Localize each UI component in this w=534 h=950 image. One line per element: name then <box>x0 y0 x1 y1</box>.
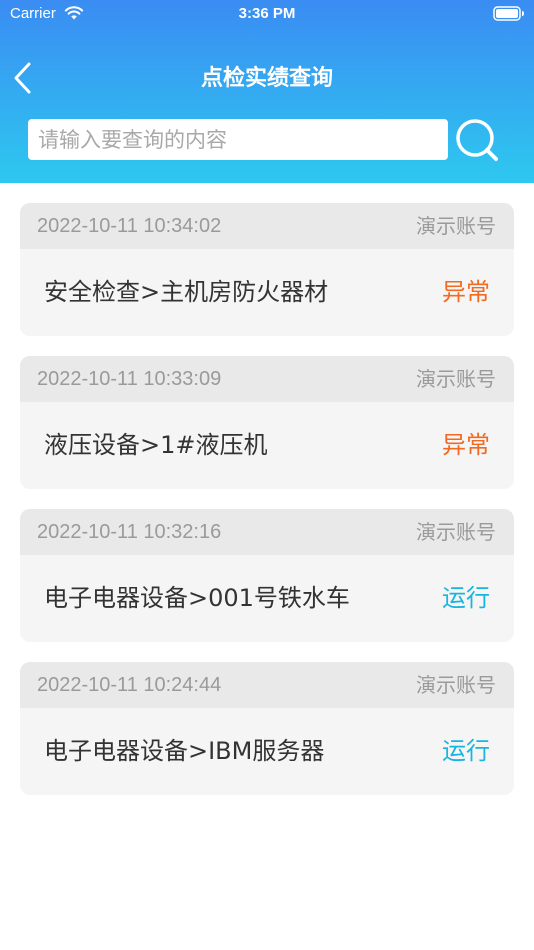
record-item-name: 液压设备>1#液压机 <box>44 431 268 459</box>
record-status: 异常 <box>442 431 490 459</box>
record-item-name: 电子电器设备>IBM服务器 <box>44 737 325 765</box>
record-body: 液压设备>1#液压机 异常 <box>20 402 514 489</box>
record-header: 2022-10-11 10:32:16 演示账号 <box>20 509 514 555</box>
record-time: 2022-10-11 10:34:02 <box>37 215 222 237</box>
record-header: 2022-10-11 10:33:09 演示账号 <box>20 356 514 402</box>
record-status: 运行 <box>442 737 490 765</box>
record-time: 2022-10-11 10:33:09 <box>37 368 222 390</box>
record-item-name: 电子电器设备>001号铁水车 <box>44 584 350 612</box>
record-status: 运行 <box>442 584 490 612</box>
record-card[interactable]: 2022-10-11 10:24:44 演示账号 电子电器设备>IBM服务器 运… <box>20 662 514 795</box>
battery-icon <box>493 6 524 21</box>
record-item-name: 安全检查>主机房防火器材 <box>44 278 329 306</box>
record-body: 电子电器设备>IBM服务器 运行 <box>20 708 514 795</box>
status-time: 3:36 PM <box>238 5 296 22</box>
record-header: 2022-10-11 10:34:02 演示账号 <box>20 203 514 249</box>
record-account: 演示账号 <box>416 214 496 238</box>
record-time: 2022-10-11 10:32:16 <box>37 521 222 543</box>
record-header: 2022-10-11 10:24:44 演示账号 <box>20 662 514 708</box>
status-bar: Carrier 3:36 PM <box>0 0 534 30</box>
record-body: 安全检查>主机房防火器材 异常 <box>20 249 514 336</box>
record-list: 2022-10-11 10:34:02 演示账号 安全检查>主机房防火器材 异常… <box>20 203 514 815</box>
record-account: 演示账号 <box>416 673 496 697</box>
record-card[interactable]: 2022-10-11 10:33:09 演示账号 液压设备>1#液压机 异常 <box>20 356 514 489</box>
page-title: 点检实绩查询 <box>200 66 333 91</box>
record-time: 2022-10-11 10:24:44 <box>37 674 222 696</box>
header: Carrier 3:36 PM 点检实绩查询 <box>0 0 534 183</box>
record-account: 演示账号 <box>416 520 496 544</box>
record-account: 演示账号 <box>416 367 496 391</box>
search-input[interactable] <box>28 119 448 160</box>
record-status: 异常 <box>442 278 490 306</box>
record-body: 电子电器设备>001号铁水车 运行 <box>20 555 514 642</box>
search-icon[interactable] <box>454 117 500 163</box>
record-card[interactable]: 2022-10-11 10:32:16 演示账号 电子电器设备>001号铁水车 … <box>20 509 514 642</box>
record-card[interactable]: 2022-10-11 10:34:02 演示账号 安全检查>主机房防火器材 异常 <box>20 203 514 336</box>
